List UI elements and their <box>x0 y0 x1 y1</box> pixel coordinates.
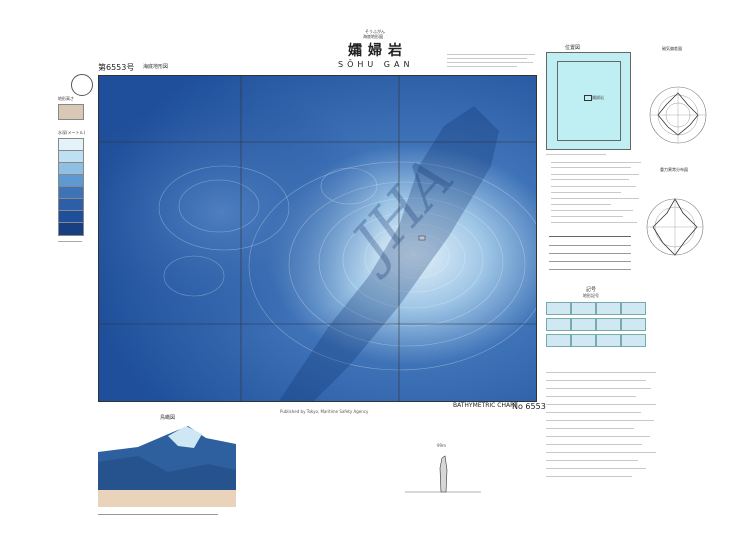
compass-title-1: 磁気偏差図 <box>662 46 682 51</box>
index-title: 位置図 <box>565 45 581 51</box>
chart-number: 第6553号 <box>98 63 135 72</box>
title-en: SŌHU GAN <box>338 60 414 69</box>
scale-table <box>549 236 631 273</box>
map-canvas: JHA <box>99 76 536 401</box>
symbols-title: 記号 <box>586 287 597 293</box>
compass-title-2: 重力異常分布図 <box>660 167 688 172</box>
location-map: 孀婦岩 <box>546 52 631 150</box>
symbol-tile <box>546 302 571 315</box>
chart-number-en: No 6553 <box>512 402 546 411</box>
bathymetric-map: JHA <box>98 75 537 402</box>
publisher-text: Published by Tokyo, Maritime Safety Agen… <box>280 409 369 414</box>
legend-title: 地形高さ <box>58 96 74 101</box>
perspective-title: 鳥瞰図 <box>160 415 176 421</box>
depth-legend: 地形高さ 水深(メートル) <box>58 96 88 276</box>
symbol-tile <box>621 318 646 331</box>
legend-swatch-8 <box>58 222 84 236</box>
source-notes <box>546 152 641 242</box>
perspective-canvas <box>98 422 236 507</box>
legend-title-2: 水深(メートル) <box>58 130 86 135</box>
symbol-tile <box>621 334 646 347</box>
symbol-tile <box>571 318 596 331</box>
symbol-tile <box>571 302 596 315</box>
symbol-tile <box>546 334 571 347</box>
symbol-tile <box>596 334 621 347</box>
title-jp: 孀婦岩 <box>348 43 408 59</box>
symbol-tile <box>596 318 621 331</box>
symbol-grid <box>546 298 646 360</box>
footnote-line <box>98 514 218 515</box>
symbol-tile <box>571 334 596 347</box>
compass-rose-1 <box>649 86 707 144</box>
legend-land-swatch <box>58 104 84 120</box>
location-frame-inner <box>557 61 621 141</box>
compass-rose-2 <box>646 198 704 256</box>
pinnacle-diagram <box>405 455 481 493</box>
seal-logo <box>71 74 93 96</box>
notes-block <box>447 50 537 70</box>
symbol-tile <box>596 302 621 315</box>
abbreviation-lists <box>546 370 666 490</box>
symbol-tile <box>546 318 571 331</box>
chart-subtitle: 海底地形図 <box>143 64 169 70</box>
legend-symbols <box>58 241 82 272</box>
perspective-view <box>98 422 236 507</box>
chart-sheet: そうふがん 海底地形図 孀婦岩 SŌHU GAN 第6553号 海底地形図 JH… <box>0 0 755 547</box>
chart-type-text: BATHYMETRIC CHART <box>453 402 518 409</box>
symbol-tile <box>621 302 646 315</box>
